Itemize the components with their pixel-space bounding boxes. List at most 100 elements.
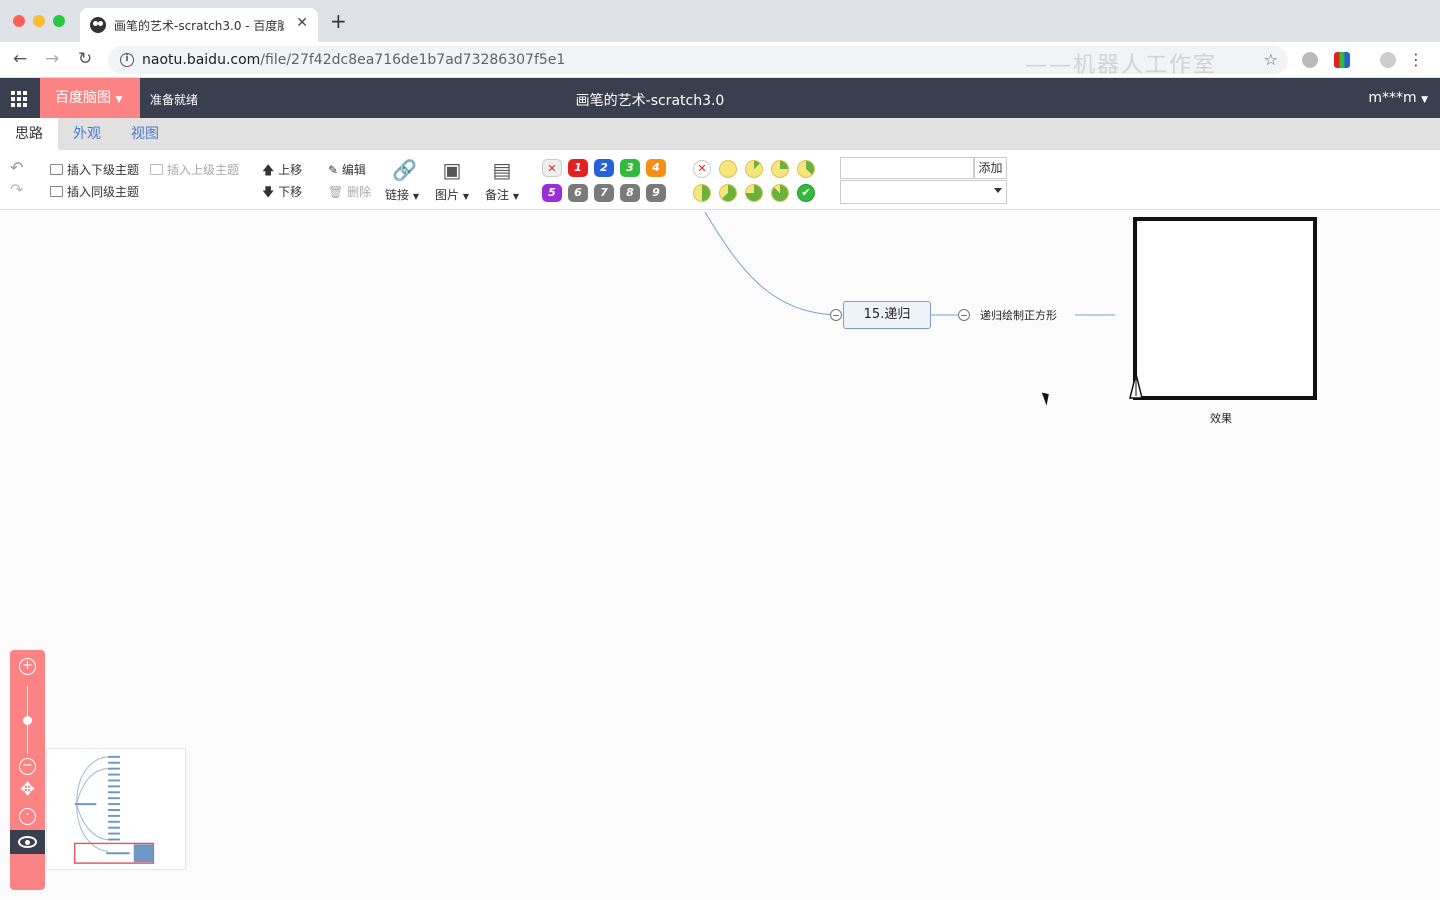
zoom-out-icon[interactable]: − (19, 758, 36, 775)
back-arrow-icon[interactable]: ← (13, 49, 27, 69)
note-icon: ▤ (492, 158, 512, 182)
forward-arrow-icon[interactable]: → (45, 49, 59, 69)
locate-icon[interactable]: · (19, 808, 36, 825)
mindmap-node-effect[interactable]: 效果 (1210, 410, 1232, 426)
progress-remove-icon[interactable]: ✕ (693, 160, 711, 178)
toolbar: ↶ ↷ 插入下级主题 插入上级主题 插入同级主题 🡅 上移 🡇 下移 ✎ 编辑 … (0, 150, 1440, 210)
priority-7-button[interactable]: 7 (594, 184, 614, 202)
minimap-branch (76, 768, 109, 805)
progress-0-icon[interactable] (719, 160, 737, 178)
move-up-button[interactable]: 🡅 上移 (262, 161, 302, 182)
image-icon: ▣ (442, 158, 462, 182)
watermark-text: ——机器人工作室 (1025, 53, 1218, 78)
close-icon[interactable]: ✕ (296, 15, 308, 31)
zoom-slider-thumb[interactable] (23, 716, 32, 725)
minimize-window-button[interactable] (33, 15, 45, 27)
progress-2-icon[interactable] (771, 160, 789, 178)
effect-square-image[interactable] (1133, 217, 1317, 400)
collapse-toggle-icon[interactable] (830, 309, 842, 321)
minimap-nodes (108, 755, 120, 841)
extension-cloud-icon[interactable] (1302, 52, 1318, 68)
zoom-panel: + − ✥ · (10, 650, 45, 890)
minimap[interactable] (46, 748, 186, 870)
redo-icon[interactable]: ↷ (10, 180, 23, 200)
insert-parent-icon (150, 164, 163, 175)
insert-parent-label: 插入上级主题 (167, 163, 240, 177)
priority-remove-icon[interactable]: ✕ (542, 159, 562, 177)
delete-button[interactable]: 🗑 删除 (328, 183, 371, 200)
info-icon[interactable]: i (120, 53, 134, 67)
progress-1-icon[interactable] (745, 160, 763, 178)
navigator-toggle[interactable] (10, 830, 45, 854)
add-resource-button[interactable]: 添加 (974, 157, 1007, 179)
progress-done-icon[interactable]: ✔ (797, 184, 815, 202)
extension-colors-icon[interactable] (1334, 52, 1350, 68)
caret-down-icon: ▼ (412, 192, 419, 201)
insert-parent-button[interactable]: 插入上级主题 (150, 161, 239, 178)
browser-tab[interactable]: 画笔的艺术-scratch3.0 - 百度脑图 ✕ (80, 8, 318, 42)
link-button[interactable]: 🔗 链接 ▼ (382, 158, 422, 203)
priority-3-button[interactable]: 3 (620, 159, 640, 177)
user-name: m***m (1368, 90, 1417, 106)
priority-2-button[interactable]: 2 (594, 159, 614, 177)
progress-4-icon[interactable] (693, 184, 711, 202)
insert-child-button[interactable]: 插入下级主题 (50, 161, 139, 178)
move-down-label: 下移 (278, 185, 303, 199)
eye-icon (18, 836, 37, 848)
zoom-in-icon[interactable]: + (19, 658, 36, 675)
progress-6-icon[interactable] (745, 184, 763, 202)
link-icon: 🔗 (392, 158, 417, 182)
bookmark-star-icon[interactable]: ☆ (1264, 50, 1278, 69)
maximize-window-button[interactable] (53, 15, 65, 27)
tab-appearance[interactable]: 外观 (58, 118, 116, 150)
browser-menu-icon[interactable]: ⋮ (1408, 50, 1424, 69)
resource-select[interactable] (840, 180, 1007, 204)
insert-child-label: 插入下级主题 (67, 163, 140, 177)
image-button[interactable]: ▣ 图片 ▼ (432, 158, 472, 203)
url-path: /file/27f42dc8ea716de1b7ad73286307f5e1 (260, 52, 566, 68)
trash-icon: 🗑 (328, 185, 348, 199)
new-tab-plus-icon[interactable]: + (330, 11, 347, 31)
mindmap-canvas[interactable] (0, 211, 1440, 900)
progress-5-icon[interactable] (719, 184, 737, 202)
tab-ideas[interactable]: 思路 (0, 118, 58, 150)
note-button[interactable]: ▤ 备注 ▼ (482, 158, 522, 203)
arrow-up-icon: 🡅 (262, 163, 279, 177)
progress-3-icon[interactable] (797, 160, 815, 178)
resource-input[interactable] (840, 157, 974, 179)
priority-1-button[interactable]: 1 (568, 159, 588, 177)
move-arrows-icon[interactable]: ✥ (19, 781, 36, 800)
link-label: 链接 (385, 188, 410, 202)
insert-sibling-button[interactable]: 插入同级主题 (50, 183, 139, 200)
minimap-branch (76, 804, 109, 852)
reload-icon[interactable]: ↻ (78, 49, 92, 69)
image-label: 图片 (435, 188, 460, 202)
collapse-toggle-icon[interactable] (958, 309, 970, 321)
priority-6-button[interactable]: 6 (568, 184, 588, 202)
user-menu-button[interactable]: m***m ▼ (1368, 90, 1428, 106)
mindmap-node-main[interactable]: 15.递归 (843, 301, 931, 329)
mindmap-node-sub[interactable]: 递归绘制正方形 (980, 307, 1057, 323)
progress-7-icon[interactable] (771, 184, 789, 202)
priority-8-button[interactable]: 8 (620, 184, 640, 202)
delete-label: 删除 (347, 185, 372, 199)
edit-button[interactable]: ✎ 编辑 (328, 161, 366, 178)
undo-icon[interactable]: ↶ (10, 158, 23, 178)
priority-9-button[interactable]: 9 (646, 184, 666, 202)
priority-4-button[interactable]: 4 (646, 159, 666, 177)
priority-5-button[interactable]: 5 (542, 184, 562, 202)
tab-view[interactable]: 视图 (116, 118, 174, 150)
pencil-icon: ✎ (328, 163, 342, 177)
caret-down-icon (994, 188, 1002, 193)
caret-down-icon: ▼ (462, 192, 469, 201)
caret-down-icon: ▼ (512, 192, 519, 201)
profile-avatar-icon[interactable] (1380, 52, 1396, 68)
document-title: 画笔的艺术-scratch3.0 (575, 93, 725, 109)
insert-sibling-label: 插入同级主题 (67, 185, 140, 199)
tab-title: 画笔的艺术-scratch3.0 - 百度脑图 (114, 19, 284, 33)
menu-tabs: 思路 外观 视图 (0, 118, 1440, 150)
close-window-button[interactable] (13, 15, 25, 27)
move-down-button[interactable]: 🡇 下移 (262, 183, 302, 204)
edit-label: 编辑 (341, 163, 366, 177)
insert-sibling-icon (50, 186, 63, 197)
